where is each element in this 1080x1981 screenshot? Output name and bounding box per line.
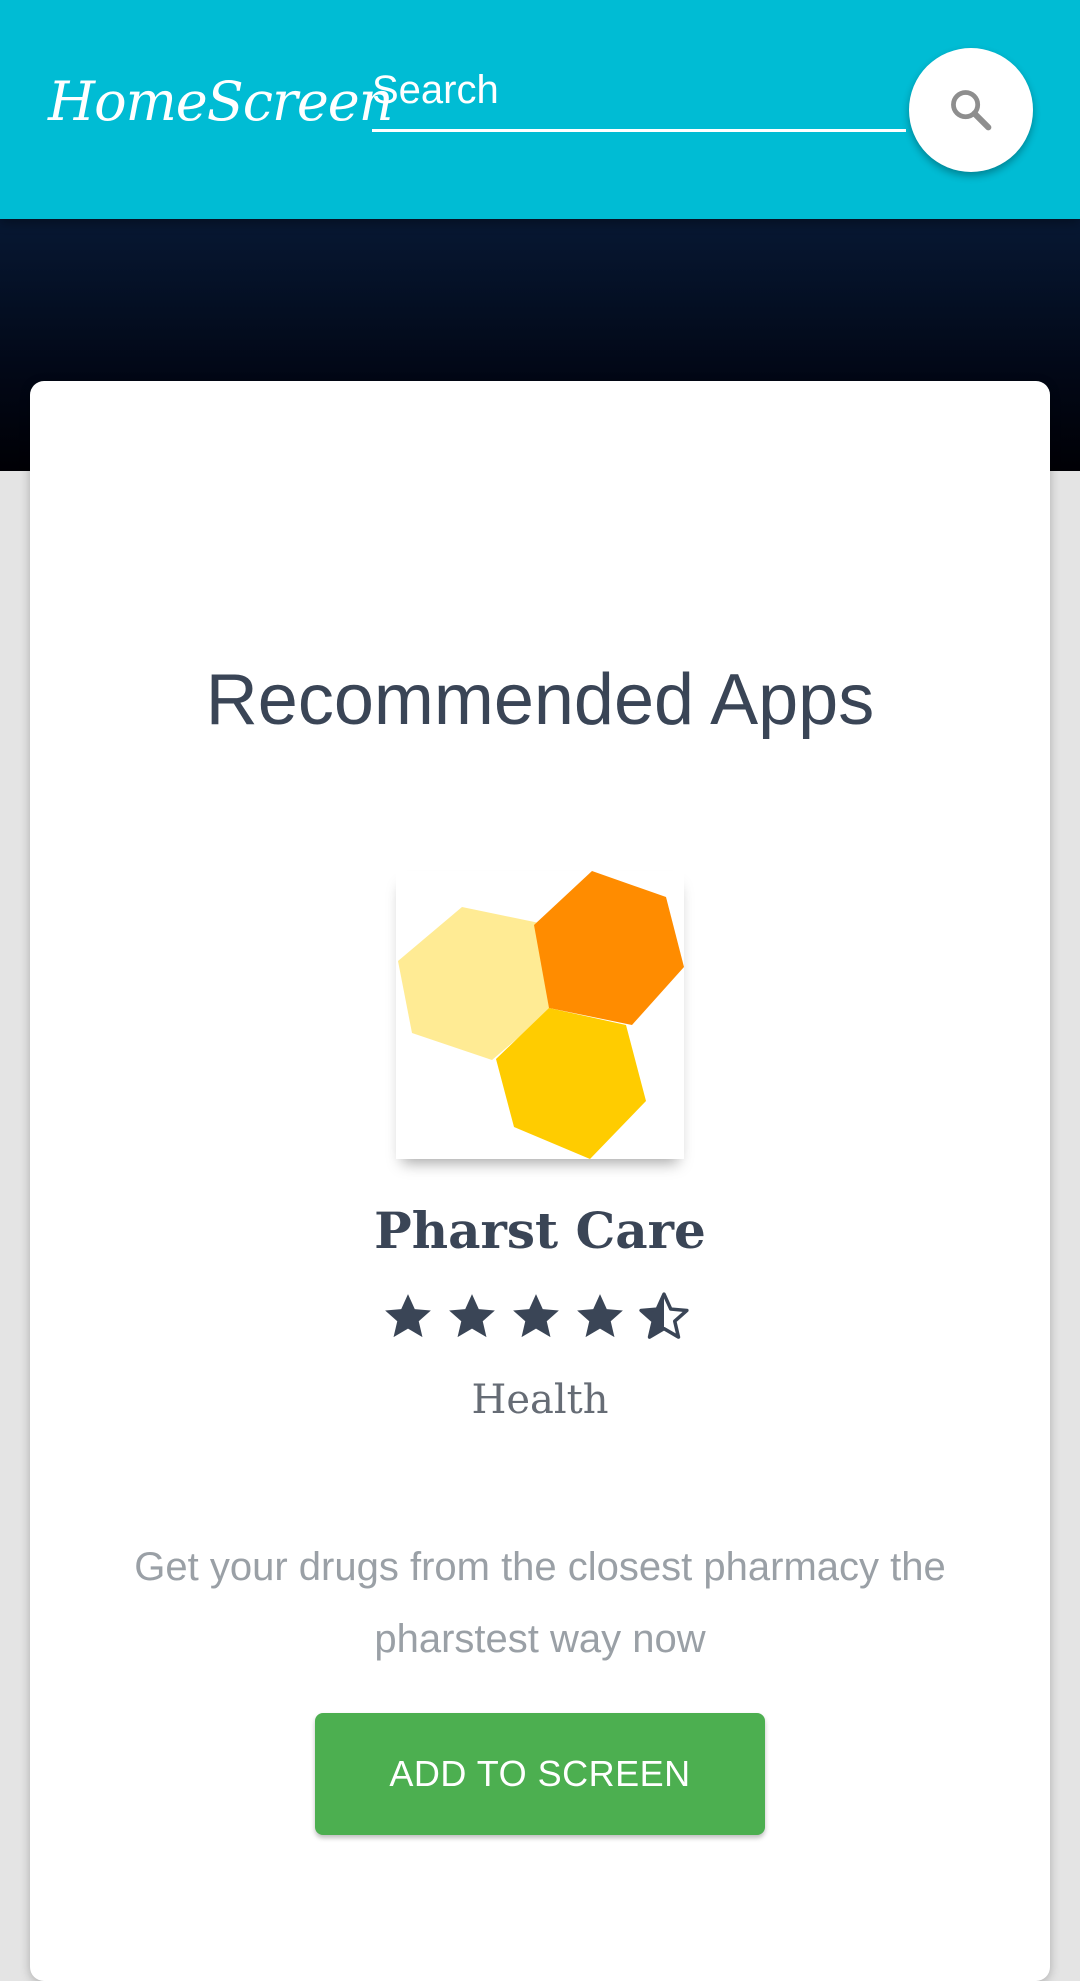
rating-stars (380, 1289, 700, 1349)
star-half-icon (639, 1292, 689, 1339)
recommended-apps-card: Recommended Apps Pharst Care Health Get … (30, 381, 1050, 1981)
search-button[interactable] (909, 48, 1033, 172)
search-input[interactable] (372, 52, 906, 132)
hexagon-orange (534, 871, 684, 1025)
logo[interactable]: HomeScreen (48, 70, 394, 133)
star-full-icon (513, 1294, 559, 1338)
app-icon[interactable] (396, 871, 684, 1159)
add-to-screen-button[interactable]: ADD TO SCREEN (315, 1713, 765, 1835)
app-header: HomeScreen (0, 0, 1080, 219)
app-description: Get your drugs from the closest pharmacy… (134, 1545, 946, 1661)
hexagon-cluster-icon (398, 871, 684, 1159)
star-full-icon (449, 1294, 495, 1338)
app-category: Health (471, 1377, 609, 1423)
search-icon (951, 90, 992, 131)
app-name: Pharst Care (374, 1201, 706, 1260)
section-title: Recommended Apps (205, 660, 875, 740)
star-full-icon (577, 1294, 623, 1338)
star-full-icon (385, 1294, 431, 1338)
